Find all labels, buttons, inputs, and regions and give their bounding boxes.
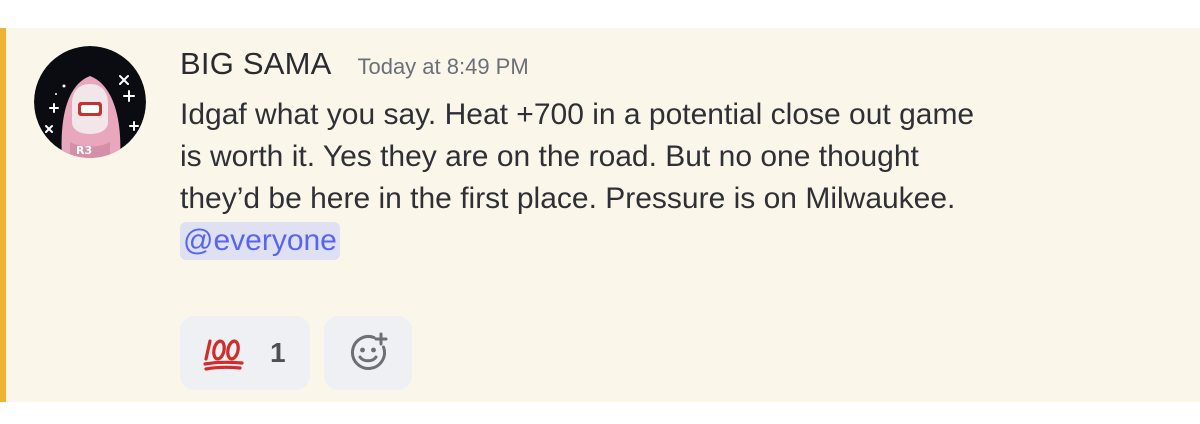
message-text-line: they’d be here in the first place. Press… — [180, 182, 956, 215]
pink-hoodie-character-avatar-icon: R3 — [34, 46, 146, 158]
avatar-badge-text: R3 — [76, 144, 92, 157]
add-reaction-icon — [351, 332, 388, 370]
message-text-line: Idgaf what you say. Heat +700 in a poten… — [180, 98, 975, 131]
hundred-points-icon — [203, 339, 244, 371]
reaction-count: 1 — [270, 337, 286, 368]
timestamp[interactable]: Today at 8:49 PM — [357, 54, 528, 80]
mention-highlight-bar — [0, 28, 6, 402]
message-item[interactable]: R3 BIG SAMA Today at 8:49 PM Idgaf what … — [0, 28, 1200, 402]
username[interactable]: BIG SAMA — [180, 46, 331, 82]
chat-view: R3 BIG SAMA Today at 8:49 PM Idgaf what … — [0, 0, 1200, 424]
add-reaction-button[interactable] — [324, 316, 412, 390]
message-header: BIG SAMA Today at 8:49 PM — [180, 46, 529, 82]
message-text-line: is worth it. Yes they are on the road. B… — [180, 140, 919, 173]
everyone-mention[interactable]: @everyone — [180, 222, 340, 260]
reaction-hundred-points[interactable]: 1 — [180, 316, 310, 390]
avatar[interactable]: R3 — [34, 46, 146, 158]
reactions-bar: 1 — [180, 316, 412, 390]
message-content: Idgaf what you say. Heat +700 in a poten… — [180, 94, 1170, 262]
